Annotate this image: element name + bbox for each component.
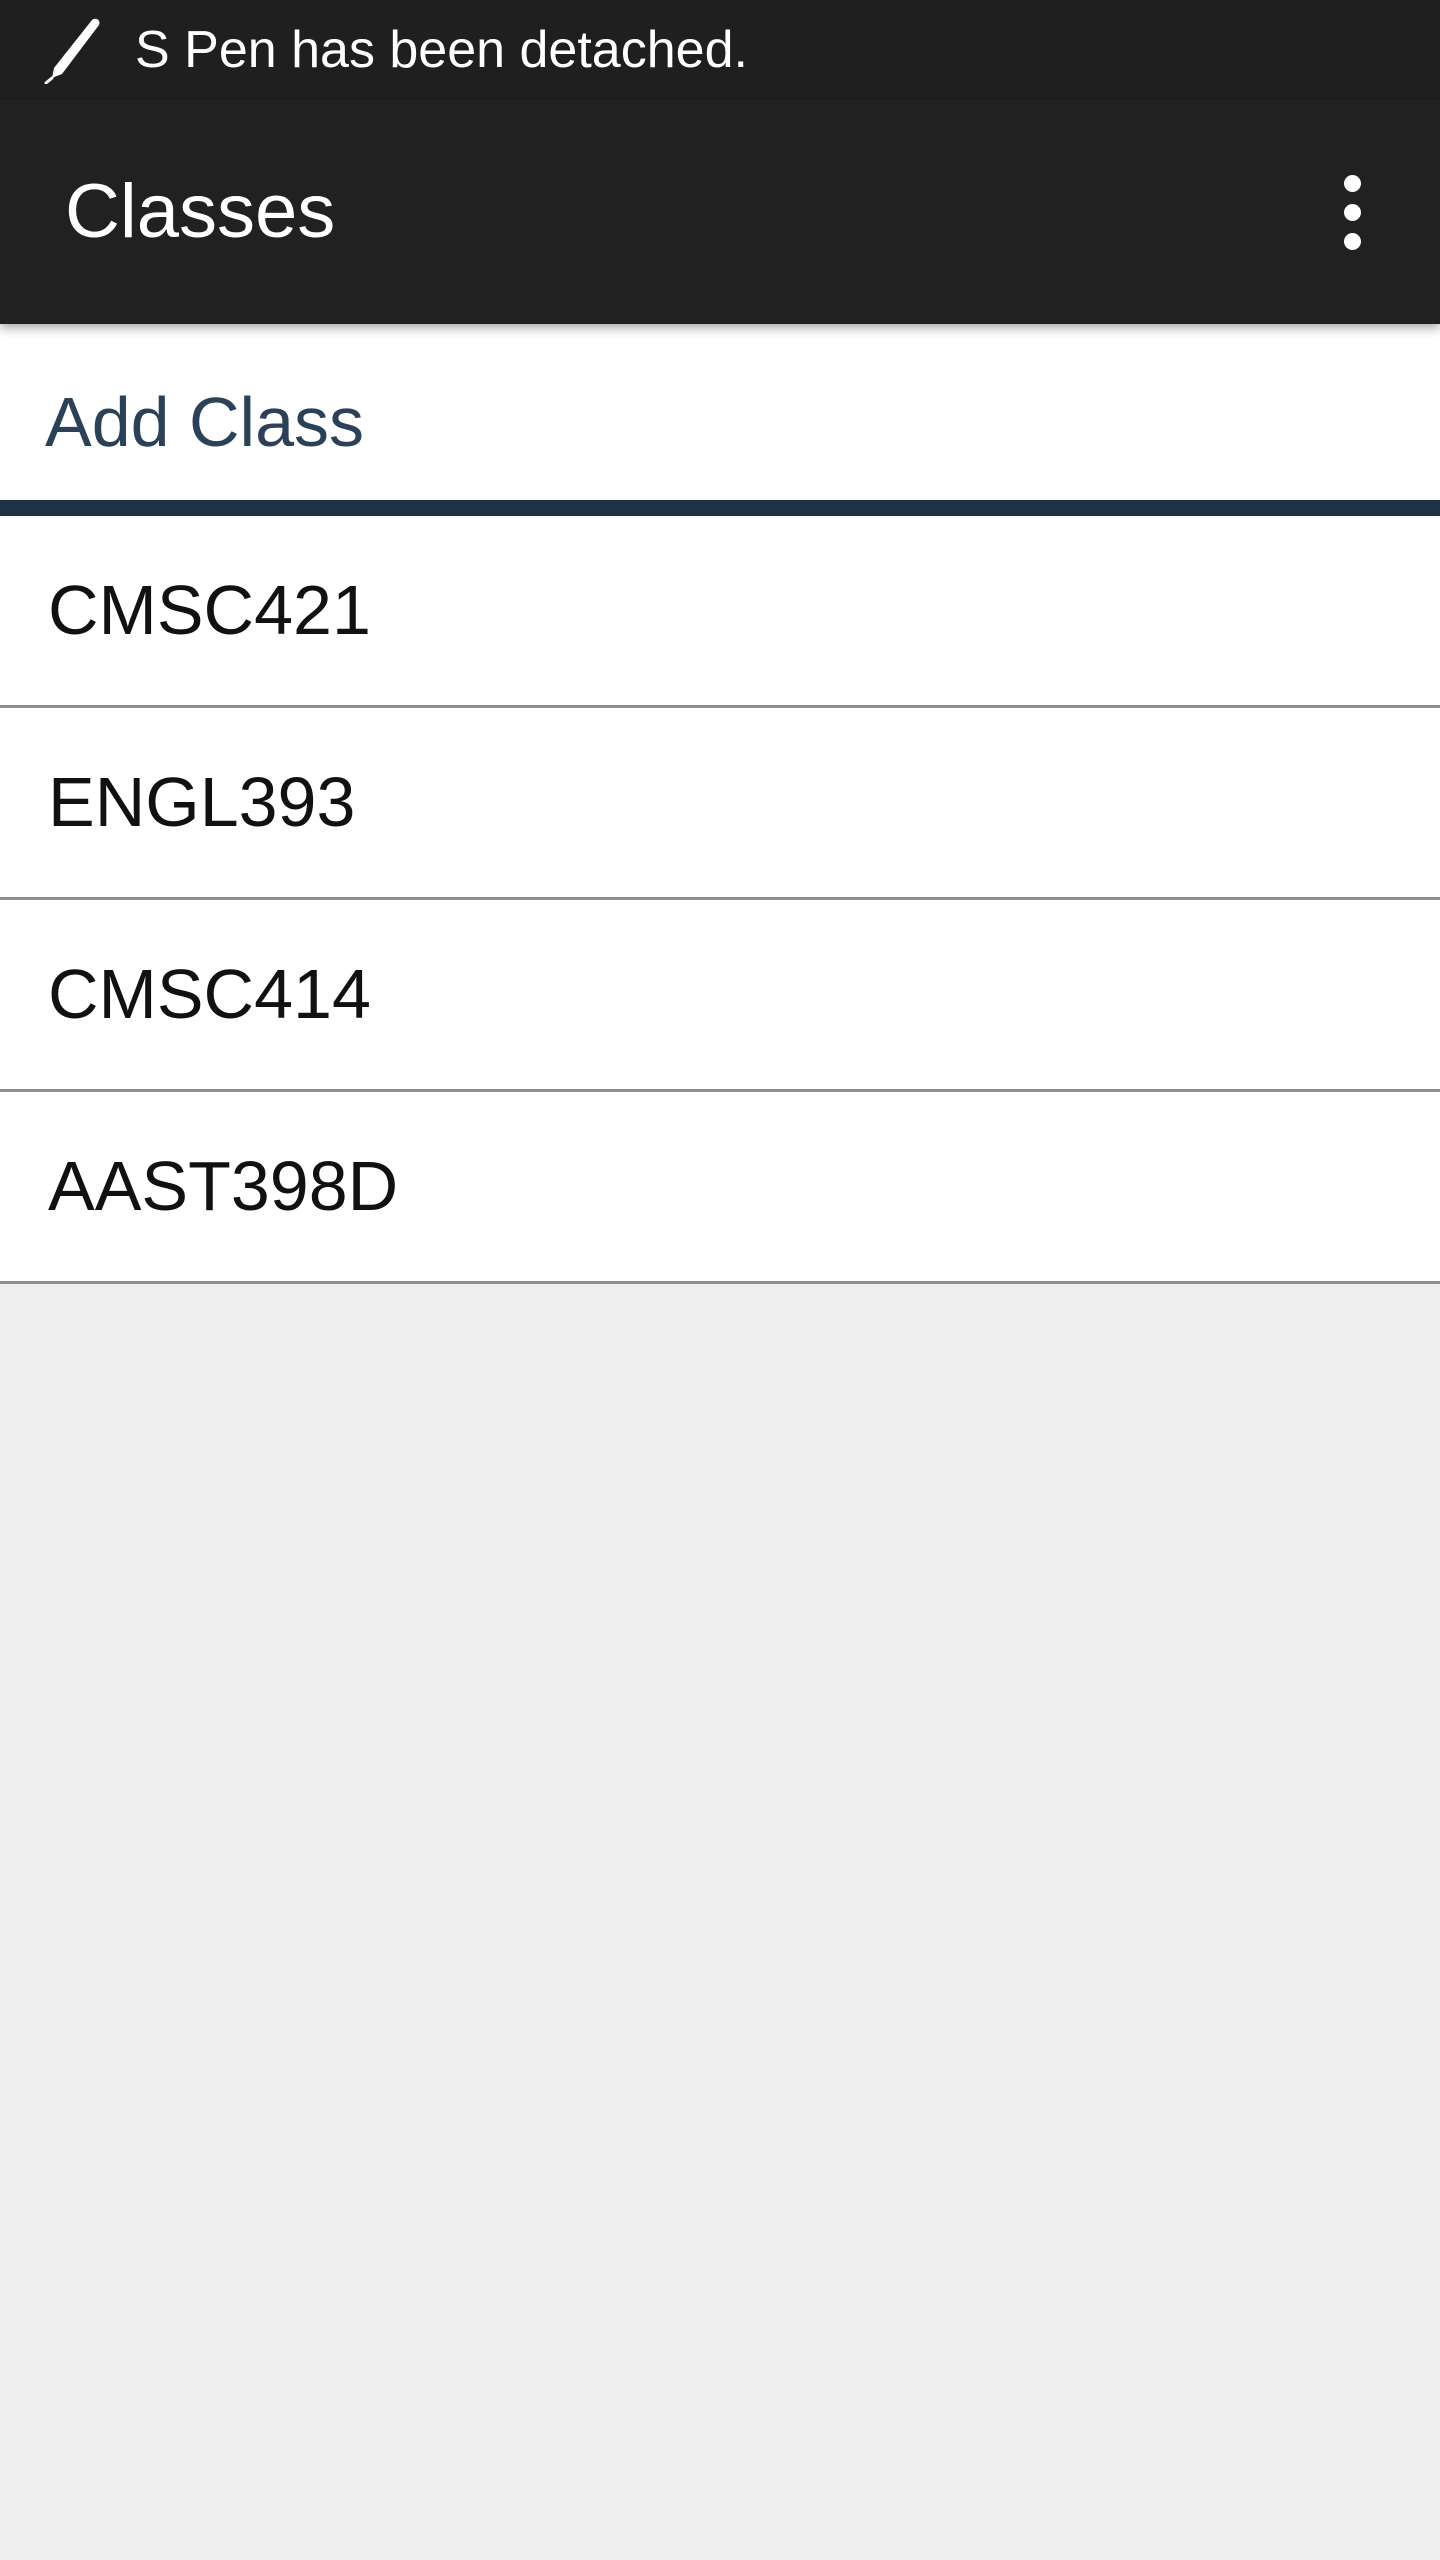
list-item[interactable]: ENGL393: [0, 708, 1440, 900]
status-bar: S Pen has been detached.: [0, 0, 1440, 100]
class-name: CMSC421: [48, 571, 371, 649]
screen: S Pen has been detached. Classes Add Cla…: [0, 0, 1440, 2560]
overflow-menu-button[interactable]: [1292, 152, 1412, 272]
add-class-label: Add Class: [45, 383, 365, 461]
class-name: ENGL393: [48, 763, 356, 841]
more-vert-icon-dot: [1343, 203, 1361, 221]
more-vert-icon-dot: [1343, 232, 1361, 250]
add-class-underline: [0, 500, 1440, 516]
class-name: CMSC414: [48, 955, 371, 1033]
class-list: CMSC421 ENGL393 CMSC414 AAST398D: [0, 516, 1440, 1284]
status-message: S Pen has been detached.: [135, 21, 748, 79]
add-class-button[interactable]: Add Class: [0, 324, 1440, 516]
class-name: AAST398D: [48, 1147, 399, 1225]
list-item[interactable]: AAST398D: [0, 1092, 1440, 1284]
list-item[interactable]: CMSC421: [0, 516, 1440, 708]
list-item[interactable]: CMSC414: [0, 900, 1440, 1092]
page-title: Classes: [65, 169, 336, 254]
action-bar: Classes: [0, 100, 1440, 324]
more-vert-icon: [1343, 174, 1361, 192]
pen-icon: [44, 18, 100, 84]
